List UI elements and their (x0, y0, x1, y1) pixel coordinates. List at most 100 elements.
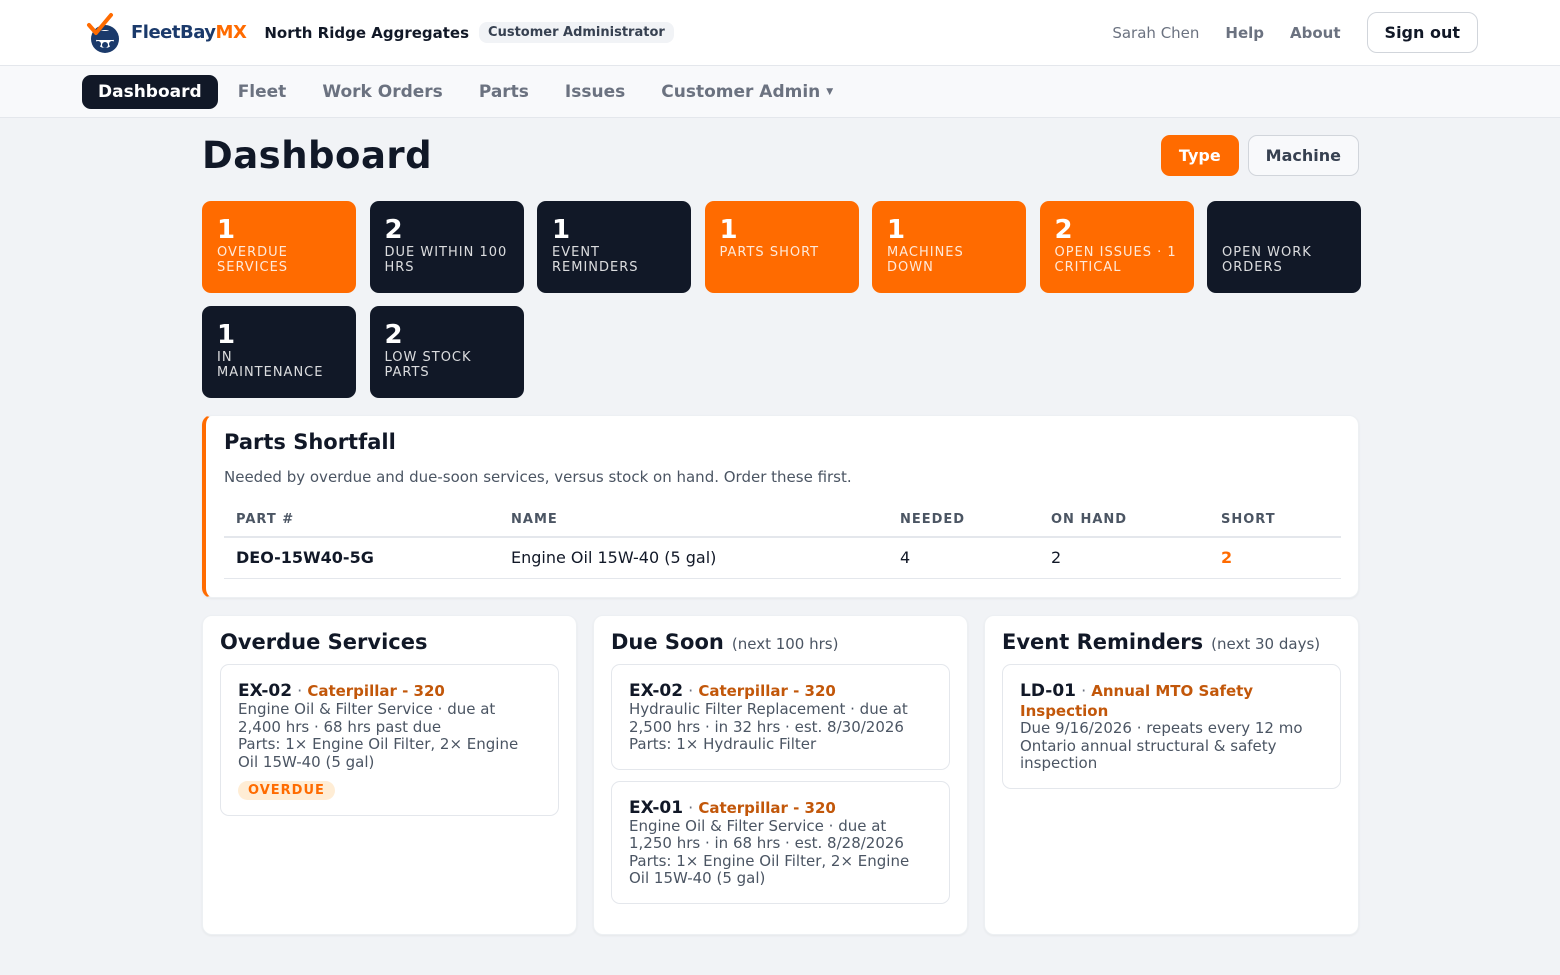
machine-id: LD-01 (1020, 681, 1076, 701)
table-header-row: PART # NAME NEEDED ON HAND SHORT (224, 504, 1341, 538)
stat-value: 1 (217, 320, 236, 350)
parts-shortfall-subtitle: Needed by overdue and due-soon services,… (224, 468, 852, 486)
event-item-header: LD-01 · Annual MTO Safety Inspection (1020, 681, 1323, 720)
stat-label: OPEN ISSUES · 1 CRITICAL (1054, 245, 1177, 275)
cell-on-hand: 2 (1039, 537, 1209, 579)
due-soon-title: Due Soon (611, 630, 724, 654)
event-reminders-header: Event Reminders (next 30 days) (1002, 630, 1341, 654)
nav-parts[interactable]: Parts (463, 75, 545, 109)
event-reminders-card: Event Reminders (next 30 days) LD-01 · A… (984, 615, 1359, 935)
column-header-short: SHORT (1209, 504, 1341, 538)
service-detail: Hydraulic Filter Replacement · due at 2,… (629, 700, 908, 736)
service-item-header: EX-02 · Caterpillar - 320 (238, 681, 541, 701)
service-item[interactable]: EX-02 · Caterpillar - 320 Engine Oil & F… (220, 664, 559, 816)
nav-dashboard[interactable]: Dashboard (82, 74, 218, 109)
machine-model: Caterpillar - 320 (307, 682, 445, 700)
overdue-badge: OVERDUE (238, 781, 335, 800)
service-item-header: EX-02 · Caterpillar - 320 (629, 681, 932, 701)
separator-dot: · (1081, 681, 1092, 700)
group-by-machine-button[interactable]: Machine (1247, 134, 1359, 176)
parts-shortfall-table: PART # NAME NEEDED ON HAND SHORT DEO-15W… (224, 504, 1341, 579)
stat-value: 1 (552, 215, 571, 245)
service-parts: Parts: 1× Engine Oil Filter, 2× Engine O… (629, 851, 910, 887)
nav-work-orders[interactable]: Work Orders (306, 75, 458, 109)
stat-machines-down[interactable]: 1 MACHINES DOWN (872, 201, 1026, 293)
overdue-services-title: Overdue Services (220, 630, 428, 654)
parts-shortfall-title: Parts Shortfall (224, 430, 396, 454)
stat-label: DUE WITHIN 100 HRS (384, 245, 508, 275)
top-header: FleetBayMX North Ridge Aggregates Custom… (0, 0, 1560, 66)
main-content: Dashboard Type Machine 1 OVERDUE SERVICE… (202, 118, 1361, 935)
cell-part-name: Engine Oil 15W-40 (5 gal) (499, 537, 888, 579)
stat-open-issues[interactable]: 2 OPEN ISSUES · 1 CRITICAL (1039, 201, 1194, 293)
cell-part-number: DEO-15W40-5G (224, 537, 499, 579)
stat-due-within-100-hrs[interactable]: 2 DUE WITHIN 100 HRS (369, 201, 524, 293)
sign-out-button[interactable]: Sign out (1366, 12, 1478, 53)
service-detail: Engine Oil & Filter Service · due at 2,4… (238, 700, 496, 736)
event-reminders-title: Event Reminders (1002, 630, 1204, 654)
service-item-header: EX-01 · Caterpillar - 320 (629, 798, 932, 818)
group-by-toggle: Type Machine (1160, 134, 1359, 176)
stat-value: 2 (384, 215, 403, 245)
stat-event-reminders[interactable]: 1 EVENT REMINDERS (537, 201, 691, 293)
overdue-services-card: Overdue Services EX-02 · Caterpillar - 3… (202, 615, 577, 935)
machine-model: Caterpillar - 320 (698, 798, 836, 817)
service-item[interactable]: EX-02 · Caterpillar - 320 Hydraulic Filt… (611, 664, 950, 770)
stat-label: LOW STOCK PARTS (384, 350, 472, 380)
event-description: Ontario annual structural & safety inspe… (1020, 736, 1277, 772)
column-header-part: PART # (224, 504, 499, 538)
machine-id: EX-02 (238, 681, 293, 701)
cell-short: 2 (1209, 537, 1341, 579)
stat-value: 2 (1054, 215, 1073, 245)
excavator-logo-icon (87, 12, 119, 53)
stat-tiles: 1 OVERDUE SERVICES 2 DUE WITHIN 100 HRS … (202, 201, 1361, 398)
service-item[interactable]: EX-01 · Caterpillar - 320 Engine Oil & F… (611, 780, 950, 904)
stat-value: 2 (384, 320, 403, 350)
service-detail: Engine Oil & Filter Service · due at 1,2… (629, 816, 904, 852)
role-badge: Customer Administrator (479, 22, 674, 43)
machine-model: Caterpillar - 320 (698, 682, 836, 700)
stat-open-work-orders[interactable]: OPEN WORK ORDERS (1207, 201, 1361, 293)
help-link[interactable]: Help (1225, 24, 1264, 42)
user-name: Sarah Chen (1112, 23, 1200, 42)
event-item[interactable]: LD-01 · Annual MTO Safety Inspection Due… (1002, 664, 1341, 789)
stat-in-maintenance[interactable]: 1 IN MAINTENANCE (202, 306, 356, 398)
stat-label: OVERDUE SERVICES (217, 245, 289, 275)
stat-value: 1 (719, 215, 738, 245)
stat-value (1222, 215, 1346, 245)
stat-low-stock-parts[interactable]: 2 LOW STOCK PARTS (369, 306, 524, 398)
stat-label: PARTS SHORT (719, 245, 820, 260)
table-row[interactable]: DEO-15W40-5G Engine Oil 15W-40 (5 gal) 4… (224, 537, 1341, 579)
column-header-on-hand: ON HAND (1039, 504, 1209, 538)
stat-parts-short[interactable]: 1 PARTS SHORT (704, 201, 859, 293)
service-parts: Parts: 1× Engine Oil Filter, 2× Engine O… (238, 735, 519, 771)
service-columns: Overdue Services EX-02 · Caterpillar - 3… (202, 615, 1359, 935)
title-row: Dashboard Type Machine (202, 118, 1359, 192)
user-menu: Sarah Chen Help About Sign out (1112, 12, 1478, 53)
due-soon-note: (next 100 hrs) (731, 635, 839, 653)
machine-id: EX-01 (629, 797, 684, 818)
column-header-needed: NEEDED (888, 504, 1039, 538)
machine-id: EX-02 (629, 681, 684, 701)
cell-needed: 4 (888, 537, 1039, 579)
stat-label: EVENT REMINDERS (552, 245, 639, 275)
org-name: North Ridge Aggregates (264, 23, 470, 42)
parts-shortfall-card: Parts Shortfall Needed by overdue and du… (202, 415, 1359, 598)
event-reminders-note: (next 30 days) (1211, 635, 1321, 653)
group-by-type-button[interactable]: Type (1160, 134, 1239, 176)
nav-customer-admin[interactable]: Customer Admin ▼ (645, 75, 849, 109)
service-parts: Parts: 1× Hydraulic Filter (629, 735, 817, 753)
caret-down-icon: ▼ (826, 86, 834, 97)
main-nav: Dashboard Fleet Work Orders Parts Issues… (0, 66, 1560, 118)
nav-issues[interactable]: Issues (549, 75, 641, 109)
stat-label: IN MAINTENANCE (217, 350, 324, 380)
separator-dot: · (688, 681, 699, 700)
separator-dot: · (297, 681, 308, 700)
separator-dot: · (688, 797, 699, 817)
brand-logo[interactable]: FleetBayMX (83, 11, 247, 55)
nav-fleet[interactable]: Fleet (222, 75, 303, 109)
due-soon-header: Due Soon (next 100 hrs) (611, 630, 950, 654)
stat-overdue-services[interactable]: 1 OVERDUE SERVICES (202, 201, 356, 293)
event-schedule: Due 9/16/2026 · repeats every 12 mo (1020, 719, 1303, 737)
about-link[interactable]: About (1290, 24, 1341, 42)
